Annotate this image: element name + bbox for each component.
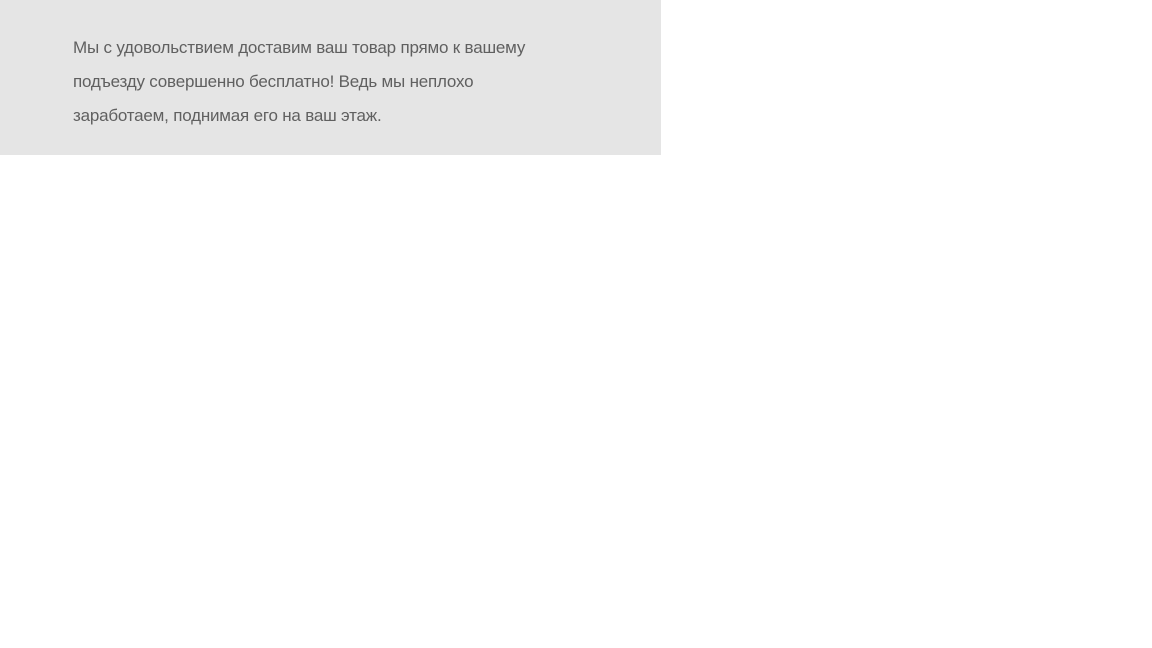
- delivery-info-panel: Мы с удовольствием доставим ваш товар пр…: [0, 0, 661, 155]
- delivery-info-text: Мы с удовольствием доставим ваш товар пр…: [73, 38, 526, 125]
- page: Мы с удовольствием доставим ваш товар пр…: [0, 0, 1152, 648]
